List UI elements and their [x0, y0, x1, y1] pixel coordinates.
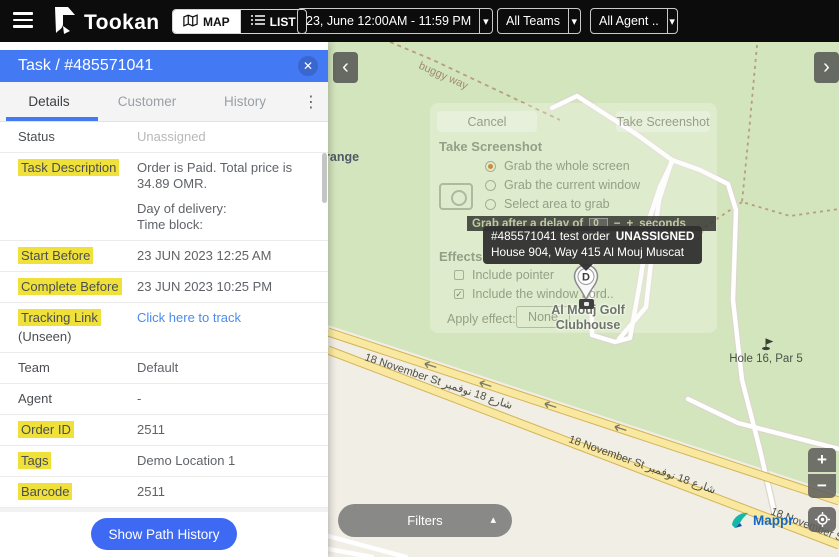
option-select-area[interactable]: Select area to grab	[485, 197, 610, 211]
row-agent: Agent -	[0, 384, 328, 415]
topbar: Tookan MAP LIST 23, June 12:00AM - 11:59…	[0, 0, 839, 42]
marker-badge-icon	[579, 299, 594, 309]
option-current-window[interactable]: Grab the current window	[485, 178, 640, 192]
panel-footer: Show Path History	[0, 512, 328, 557]
list-view-button[interactable]: LIST	[241, 10, 306, 33]
task-description-value: Order is Paid. Total price is 34.89 OMR.…	[137, 160, 314, 233]
brand[interactable]: Tookan	[50, 5, 160, 40]
mappr-wordmark: Mappr	[753, 513, 794, 528]
option-whole-screen[interactable]: Grab the whole screen	[485, 159, 630, 173]
effects-heading: Effects	[439, 249, 482, 264]
task-detail-panel: Task / #485571041 ✕ Details Customer His…	[0, 42, 328, 557]
tooltip-status-badge: UNASSIGNED	[616, 229, 695, 243]
teams-filter-value: All Teams	[498, 14, 568, 28]
apply-effect-label: Apply effect:	[447, 312, 516, 326]
task-title: Task / #485571041	[18, 57, 298, 75]
checkbox-checked-icon[interactable]: ✓	[454, 289, 464, 299]
task-fields: Status Unassigned Task Description Order…	[0, 122, 328, 508]
app-window: Tookan MAP LIST 23, June 12:00AM - 11:59…	[0, 0, 839, 557]
tab-history[interactable]: History	[196, 82, 294, 121]
tracking-unseen: (Unseen)	[18, 329, 137, 345]
radio-icon[interactable]	[485, 199, 496, 210]
take-screenshot-button[interactable]: Take Screenshot	[616, 111, 710, 132]
task-panel-header: Task / #485571041 ✕	[0, 50, 328, 82]
row-complete-before: Complete Before 23 JUN 2023 10:25 PM	[0, 272, 328, 303]
row-barcode: Barcode 2511	[0, 477, 328, 508]
agents-filter-dropdown[interactable]: All Agent .. ▾	[590, 8, 678, 34]
show-path-history-button[interactable]: Show Path History	[91, 518, 237, 550]
barcode-value: 2511	[137, 484, 314, 500]
caret-up-icon: ▴	[490, 513, 496, 526]
teams-caret-down-icon[interactable]: ▾	[568, 15, 580, 28]
dialog-title: Take Screenshot	[439, 139, 542, 154]
tags-value: Demo Location 1	[137, 453, 314, 469]
radio-selected-icon[interactable]	[485, 161, 496, 172]
tooltip-task-ref: #485571041 test order	[491, 229, 610, 243]
camera-icon	[439, 183, 473, 210]
agent-value: -	[137, 391, 314, 407]
task-marker-tooltip: #485571041 test order UNASSIGNED House 90…	[483, 226, 702, 264]
tracking-link[interactable]: Click here to track	[137, 310, 241, 325]
close-icon[interactable]: ✕	[298, 56, 318, 76]
status-value: Unassigned	[137, 129, 314, 145]
tab-customer[interactable]: Customer	[98, 82, 196, 121]
cancel-button[interactable]: Cancel	[437, 111, 537, 132]
row-team: Team Default	[0, 353, 328, 384]
tab-details[interactable]: Details	[0, 82, 98, 121]
checkbox-icon[interactable]	[454, 270, 464, 280]
row-start-before: Start Before 23 JUN 2023 12:25 AM	[0, 241, 328, 272]
date-caret-down-icon[interactable]: ▾	[480, 15, 492, 28]
list-icon	[251, 14, 265, 29]
hole-label: Hole 16, Par 5	[729, 353, 803, 365]
kebab-menu-icon[interactable]: ⋮	[294, 82, 328, 121]
tookan-logo-icon	[50, 5, 77, 40]
zoom-out-button[interactable]: −	[808, 474, 836, 498]
mappr-bird-icon	[730, 510, 750, 530]
date-range-value: 23, June 12:00AM - 11:59 PM	[298, 14, 479, 28]
team-value: Default	[137, 360, 314, 376]
task-tabs: Details Customer History ⋮	[0, 82, 328, 122]
locate-button[interactable]	[808, 507, 836, 532]
date-range-picker[interactable]: 23, June 12:00AM - 11:59 PM ▾	[297, 8, 493, 34]
brand-name: Tookan	[84, 11, 160, 35]
start-before-value: 23 JUN 2023 12:25 AM	[137, 248, 314, 264]
row-tags: Tags Demo Location 1	[0, 446, 328, 477]
active-tab-indicator	[6, 117, 98, 121]
map-icon	[183, 14, 198, 30]
view-toggle: MAP LIST	[172, 9, 307, 34]
row-task-description: Task Description Order is Paid. Total pr…	[0, 153, 328, 241]
zoom-in-button[interactable]: +	[808, 448, 836, 472]
agents-filter-value: All Agent ..	[591, 14, 667, 28]
hamburger-menu-icon[interactable]	[13, 12, 33, 29]
row-status: Status Unassigned	[0, 122, 328, 153]
map-view-button[interactable]: MAP	[173, 10, 240, 33]
effect-include-pointer[interactable]: Include pointer	[454, 268, 554, 282]
radio-icon[interactable]	[485, 180, 496, 191]
complete-before-value: 23 JUN 2023 10:25 PM	[137, 279, 314, 295]
order-id-value: 2511	[137, 422, 314, 438]
pan-left-button[interactable]: ‹	[333, 52, 358, 83]
row-tracking-link: Tracking Link (Unseen) Click here to tra…	[0, 303, 328, 353]
range-label: range	[328, 150, 359, 164]
filters-button[interactable]: Filters ▴	[338, 504, 512, 537]
agents-caret-down-icon[interactable]: ▾	[667, 15, 677, 28]
teams-filter-dropdown[interactable]: All Teams ▾	[497, 8, 581, 34]
pan-right-button[interactable]: ›	[814, 52, 839, 83]
row-order-id: Order ID 2511	[0, 415, 328, 446]
map-attribution[interactable]: Mappr	[730, 510, 794, 530]
locate-icon	[815, 512, 830, 527]
panel-scrollbar[interactable]	[322, 153, 327, 203]
tooltip-address: House 904, Way 415 Al Mouj Muscat	[491, 245, 694, 261]
